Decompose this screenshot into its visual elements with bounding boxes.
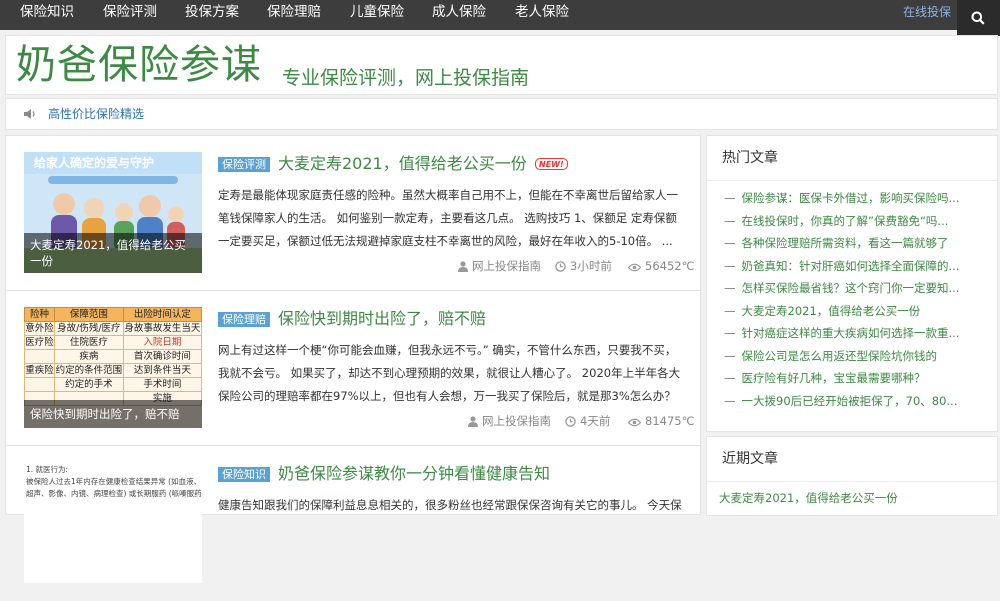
top-nav: 保险知识 保险评测 投保方案 保险理赔 儿童保险 成人保险 老人保险 在线投保 (0, 0, 1000, 30)
post-views: 56452℃ (627, 258, 695, 274)
eye-icon (627, 418, 642, 427)
nav-item-insurance-review[interactable]: 保险评测 (103, 0, 157, 24)
site-header: 奶爸保险参谋 专业保险评测，网上投保指南 (5, 35, 998, 95)
nav-item-senior-insurance[interactable]: 老人保险 (515, 0, 569, 24)
search-button[interactable] (957, 0, 1000, 36)
eye-icon (627, 263, 642, 272)
divider (707, 180, 997, 181)
post-excerpt: 健康告知跟我们的保障利益息息相关的，很多粉丝也经常跟保保咨询有关它的事儿。 今天… (218, 498, 682, 512)
thumb-caption: 保险快到期时出险了，赔不赔 (24, 400, 202, 428)
hot-article-link[interactable]: — 各种保险理赔所需资料，看这一篇就够了 (724, 232, 984, 254)
post-thumbnail[interactable]: 险种 保障范围 出险时间认定 意外险 身故/伤残/医疗 身故事故发生当天 医疗险… (24, 307, 202, 428)
thumb-banner: 给家人确定的爱与守护 (34, 156, 155, 170)
views-text: 81475℃ (645, 414, 695, 428)
nav-item-adult-insurance[interactable]: 成人保险 (432, 0, 486, 24)
coverage-table: 险种 保障范围 出险时间认定 意外险 身故/伤残/医疗 身故事故发生当天 医疗险… (24, 307, 202, 406)
clock-icon (565, 416, 576, 427)
hot-article-link[interactable]: — 一大拨90后已经开始被拒保了，70、80... (724, 390, 984, 412)
divider (707, 481, 997, 482)
post-item: 给家人确定的爱与守护 大麦定寿2021，值得给老公买一份 保险评测 大麦定寿20… (6, 136, 700, 291)
widget-title: 近期文章 (722, 451, 778, 467)
post-time: 3小时前 (555, 258, 612, 274)
post-excerpt: 定寿是最能体现家庭责任感的险种。虽然大概率自己用不上，但能在不幸离世后留给家人一… (218, 188, 678, 248)
search-icon (971, 11, 985, 25)
post-category[interactable]: 保险评测 (218, 157, 270, 172)
post-thumbnail[interactable]: 给家人确定的爱与守护 大麦定寿2021，值得给老公买一份 (24, 152, 202, 273)
hot-article-link[interactable]: — 医疗险有好几种，宝宝最需要哪种？ (724, 367, 984, 389)
site-logo[interactable]: 奶爸保险参谋 (16, 40, 262, 90)
hot-article-link[interactable]: — 大麦定寿2021，值得给老公买一份 (724, 300, 984, 322)
thumb-text: 1. 就医行为: 被保险人过去1年内存在健康检查结果异常 (如血液、 超声、影像… (26, 465, 202, 498)
post-author[interactable]: 网上投保指南 (468, 413, 551, 429)
views-text: 56452℃ (645, 259, 695, 273)
hot-article-link[interactable]: — 针对癌症这样的重大疾病如何选择一款重... (724, 322, 984, 344)
notice-link[interactable]: 高性价比保险精选 (48, 99, 144, 130)
hot-article-link[interactable]: — 奶爸真知：针对肝癌如何选择全面保障的... (724, 255, 984, 277)
time-text: 4天前 (580, 414, 611, 428)
thumb-caption: 大麦定寿2021，值得给老公买一份 (24, 233, 202, 273)
post-item: 险种 保障范围 出险时间认定 意外险 身故/伤残/医疗 身故事故发生当天 医疗险… (6, 291, 700, 446)
nav-item-insurance-plans[interactable]: 投保方案 (185, 0, 239, 24)
online-insure-link[interactable]: 在线投保 (903, 0, 951, 24)
post-views: 81475℃ (627, 413, 695, 429)
time-text: 3小时前 (570, 259, 612, 273)
hot-article-link[interactable]: — 保险公司是怎么用返还型保险坑你钱的 (724, 345, 984, 367)
notice-bar: 高性价比保险精选 (5, 98, 998, 130)
new-badge: NEW! (535, 158, 568, 170)
clock-icon (555, 261, 566, 272)
hot-article-link[interactable]: — 保险参谋：医保卡外借过，影响买保险吗... (724, 187, 984, 209)
hot-articles-widget: 热门文章 — 保险参谋：医保卡外借过，影响买保险吗... — 在线投保时，你真的了解… (706, 135, 998, 432)
hot-article-link[interactable]: — 怎样买保险最省钱？这个窍门你一定要知... (724, 277, 984, 299)
author-name: 网上投保指南 (482, 414, 551, 428)
post-title[interactable]: 奶爸保险参谋教你一分钟看懂健康告知 (278, 461, 550, 487)
widget-title: 热门文章 (722, 150, 778, 166)
post-list: 给家人确定的爱与守护 大麦定寿2021，值得给老公买一份 保险评测 大麦定寿20… (5, 135, 701, 583)
post-title[interactable]: 大麦定寿2021，值得给老公买一份 (278, 151, 527, 177)
author-name: 网上投保指南 (472, 259, 541, 273)
user-icon (458, 261, 468, 272)
post-category[interactable]: 保险知识 (218, 467, 270, 482)
post-category[interactable]: 保险理赔 (218, 312, 270, 327)
post-excerpt: 网上有过这样一个梗“你可能会血赚，但我永远不亏。” 确实，不管什么东西，只要我不… (218, 343, 681, 403)
speaker-icon (24, 109, 35, 119)
recent-articles-widget: 近期文章 大麦定寿2021，值得给老公买一份 (706, 436, 998, 516)
post-title[interactable]: 保险快到期时出险了，赔不赔 (278, 306, 486, 332)
site-slogan: 专业保险评测，网上投保指南 (282, 67, 530, 89)
post-time: 4天前 (565, 413, 610, 429)
post-author[interactable]: 网上投保指南 (458, 258, 541, 274)
nav-item-child-insurance[interactable]: 儿童保险 (350, 0, 404, 24)
hot-article-link[interactable]: — 在线投保时，你真的了解”保费豁免“吗... (724, 210, 984, 232)
post-item: 1. 就医行为: 被保险人过去1年内存在健康检查结果异常 (如血液、 超声、影像… (6, 446, 700, 601)
nav-item-claims[interactable]: 保险理赔 (267, 0, 321, 24)
post-thumbnail[interactable]: 1. 就医行为: 被保险人过去1年内存在健康检查结果异常 (如血液、 超声、影像… (24, 462, 202, 583)
nav-item-insurance-knowledge[interactable]: 保险知识 (20, 0, 74, 24)
user-icon (468, 416, 478, 427)
